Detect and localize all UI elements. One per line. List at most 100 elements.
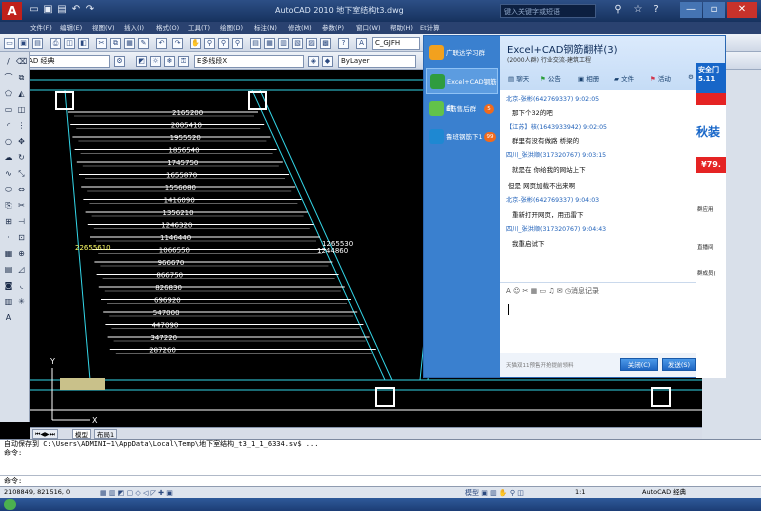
ad-price[interactable]: ¥79. — [696, 157, 726, 173]
menu-view[interactable]: 视图(V) — [92, 22, 115, 34]
zoom-window-icon[interactable]: ⚲ — [218, 38, 229, 49]
revcloud-icon[interactable]: ☁ — [3, 152, 14, 164]
spline-icon[interactable]: ∿ — [3, 168, 14, 180]
workspace-switch[interactable]: AutoCAD 经典 — [642, 487, 686, 498]
region-icon[interactable]: ◙ — [3, 280, 14, 292]
table-icon[interactable]: ▥ — [3, 296, 14, 308]
layer-lock-icon[interactable]: ⚿ — [178, 56, 189, 67]
menu-help[interactable]: 帮助(H) — [390, 22, 413, 34]
make-current-icon[interactable]: ◈ — [308, 56, 319, 67]
mirror-icon[interactable]: ◭ — [16, 88, 27, 100]
ad-banner-top[interactable]: 安全门 5.11 — [696, 63, 726, 93]
menu-insert[interactable]: 插入(I) — [124, 22, 144, 34]
zoom-previous-icon[interactable]: ⚲ — [232, 38, 243, 49]
undo-icon[interactable]: ↶ — [70, 4, 82, 16]
star-icon[interactable]: ☆ — [632, 4, 644, 16]
offset-icon[interactable]: ◫ — [16, 104, 27, 116]
close-button[interactable]: ✕ — [727, 2, 757, 18]
close-chat-button[interactable]: 关闭(C) — [620, 358, 658, 371]
help-icon[interactable]: ? — [650, 4, 662, 16]
ad-headline[interactable]: 秋装 — [696, 123, 720, 140]
arc-icon[interactable]: ◜ — [3, 120, 14, 132]
activity-tab[interactable]: ⚑ 活动 — [650, 73, 671, 83]
menu-modify[interactable]: 修改(M) — [288, 22, 312, 34]
match-properties-icon[interactable]: ✎ — [138, 38, 149, 49]
help-icon[interactable]: ? — [338, 38, 349, 49]
array-icon[interactable]: ⋮ — [16, 120, 27, 132]
cut-icon[interactable]: ✂ — [96, 38, 107, 49]
live-room-label[interactable]: 直播间 — [697, 243, 714, 251]
menu-edit[interactable]: 编辑(E) — [60, 22, 82, 34]
undo-icon[interactable]: ↶ — [156, 38, 167, 49]
zoom-realtime-icon[interactable]: ⚲ — [204, 38, 215, 49]
new-file-icon[interactable]: ▭ — [28, 4, 40, 16]
insert-block-icon[interactable]: ⎘ — [3, 200, 14, 212]
qq-group-item-active[interactable]: Excel+CAD钢筋翻 — [426, 68, 498, 112]
message-input[interactable] — [500, 298, 712, 353]
copy-icon[interactable]: ⧉ — [110, 38, 121, 49]
binoculars-icon[interactable]: ⚲ — [612, 4, 624, 16]
menu-et[interactable]: Et计算 — [420, 22, 440, 34]
menu-window[interactable]: 窗口(W) — [356, 22, 381, 34]
footer-ad-link[interactable]: 天猫双11预售开抢提前领料 — [506, 361, 574, 369]
circle-icon[interactable]: ○ — [3, 136, 14, 148]
print-icon[interactable]: ⎙ — [50, 38, 61, 49]
menu-draw[interactable]: 绘图(D) — [220, 22, 243, 34]
publish-icon[interactable]: ◧ — [78, 38, 89, 49]
markup-icon[interactable]: ▨ — [306, 38, 317, 49]
trim-icon[interactable]: ✂ — [16, 200, 27, 212]
calculator-icon[interactable]: ▩ — [320, 38, 331, 49]
announcement-tab[interactable]: ⚑ 公告 — [540, 73, 561, 83]
help-search-input[interactable]: 键入关键字或短语 — [500, 4, 596, 18]
qq-group-item[interactable]: 广联达学习群 — [426, 40, 498, 66]
save-icon[interactable]: ▤ — [32, 38, 43, 49]
ellipse-icon[interactable]: ⬭ — [3, 184, 14, 196]
input-toolbar[interactable]: A ☺ ✂ ▦ ▭ ♫ ✉ ◷消息记录 — [500, 282, 712, 298]
design-center-icon[interactable]: ▦ — [264, 38, 275, 49]
command-line-input[interactable]: 命令: — [0, 475, 761, 486]
send-button[interactable]: 发送(S) — [662, 358, 696, 371]
color-select[interactable]: ByLayer — [338, 55, 416, 68]
text-style-icon[interactable]: A — [356, 38, 367, 49]
polyline-icon[interactable]: ⌒ — [3, 72, 14, 84]
move-icon[interactable]: ✥ — [16, 136, 27, 148]
minimize-button[interactable]: — — [680, 2, 702, 18]
preview-icon[interactable]: ◫ — [64, 38, 75, 49]
hatch-icon[interactable]: ▦ — [3, 248, 14, 260]
menu-dimension[interactable]: 标注(N) — [254, 22, 277, 34]
rotate-icon[interactable]: ↻ — [16, 152, 27, 164]
start-button-icon[interactable] — [4, 499, 16, 510]
make-block-icon[interactable]: ⊞ — [3, 216, 14, 228]
menu-format[interactable]: 格式(O) — [156, 22, 179, 34]
chamfer-icon[interactable]: ◿ — [16, 264, 27, 276]
tab-nav-arrows[interactable]: ⏮◀▶⏭ — [32, 429, 59, 439]
polygon-icon[interactable]: ⬠ — [3, 88, 14, 100]
workspace-settings-icon[interactable]: ⚙ — [114, 56, 125, 67]
pan-icon[interactable]: ✋ — [190, 38, 201, 49]
save-icon[interactable]: ▤ — [56, 4, 68, 16]
tool-palettes-icon[interactable]: ▥ — [278, 38, 289, 49]
text-style-select[interactable]: C_GJFH — [372, 37, 420, 50]
scale-icon[interactable]: ⤡ — [16, 168, 27, 180]
sheet-set-icon[interactable]: ▧ — [292, 38, 303, 49]
extend-icon[interactable]: ⊣ — [16, 216, 27, 228]
properties-icon[interactable]: ▤ — [250, 38, 261, 49]
layer-manager-icon[interactable]: ◩ — [136, 56, 147, 67]
chat-message-list[interactable]: 北京-张彬(642769337) 9:02:05 那下个32的吧 【江苏】核(1… — [500, 90, 712, 275]
menu-parametric[interactable]: 参数(P) — [322, 22, 344, 34]
new-icon[interactable]: ▭ — [4, 38, 15, 49]
layer-state-icon[interactable]: ☼ — [150, 56, 161, 67]
autocad-logo-icon[interactable]: A — [2, 2, 22, 20]
settings-gear-icon[interactable]: ⚙ — [688, 73, 694, 81]
mtext-icon[interactable]: A — [3, 312, 14, 324]
stretch-icon[interactable]: ⇔ — [16, 184, 27, 196]
point-icon[interactable]: · — [3, 232, 14, 244]
open-icon[interactable]: ▣ — [18, 38, 29, 49]
annotation-scale[interactable]: 1:1 — [575, 487, 585, 498]
tab-layout1[interactable]: 布局1 — [94, 429, 118, 439]
redo-icon[interactable]: ↷ — [84, 4, 96, 16]
multiline-style-select[interactable]: E多线段X — [194, 55, 304, 68]
break-icon[interactable]: ⊡ — [16, 232, 27, 244]
explode-icon[interactable]: ✳ — [16, 296, 27, 308]
menu-file[interactable]: 文件(F) — [30, 22, 52, 34]
